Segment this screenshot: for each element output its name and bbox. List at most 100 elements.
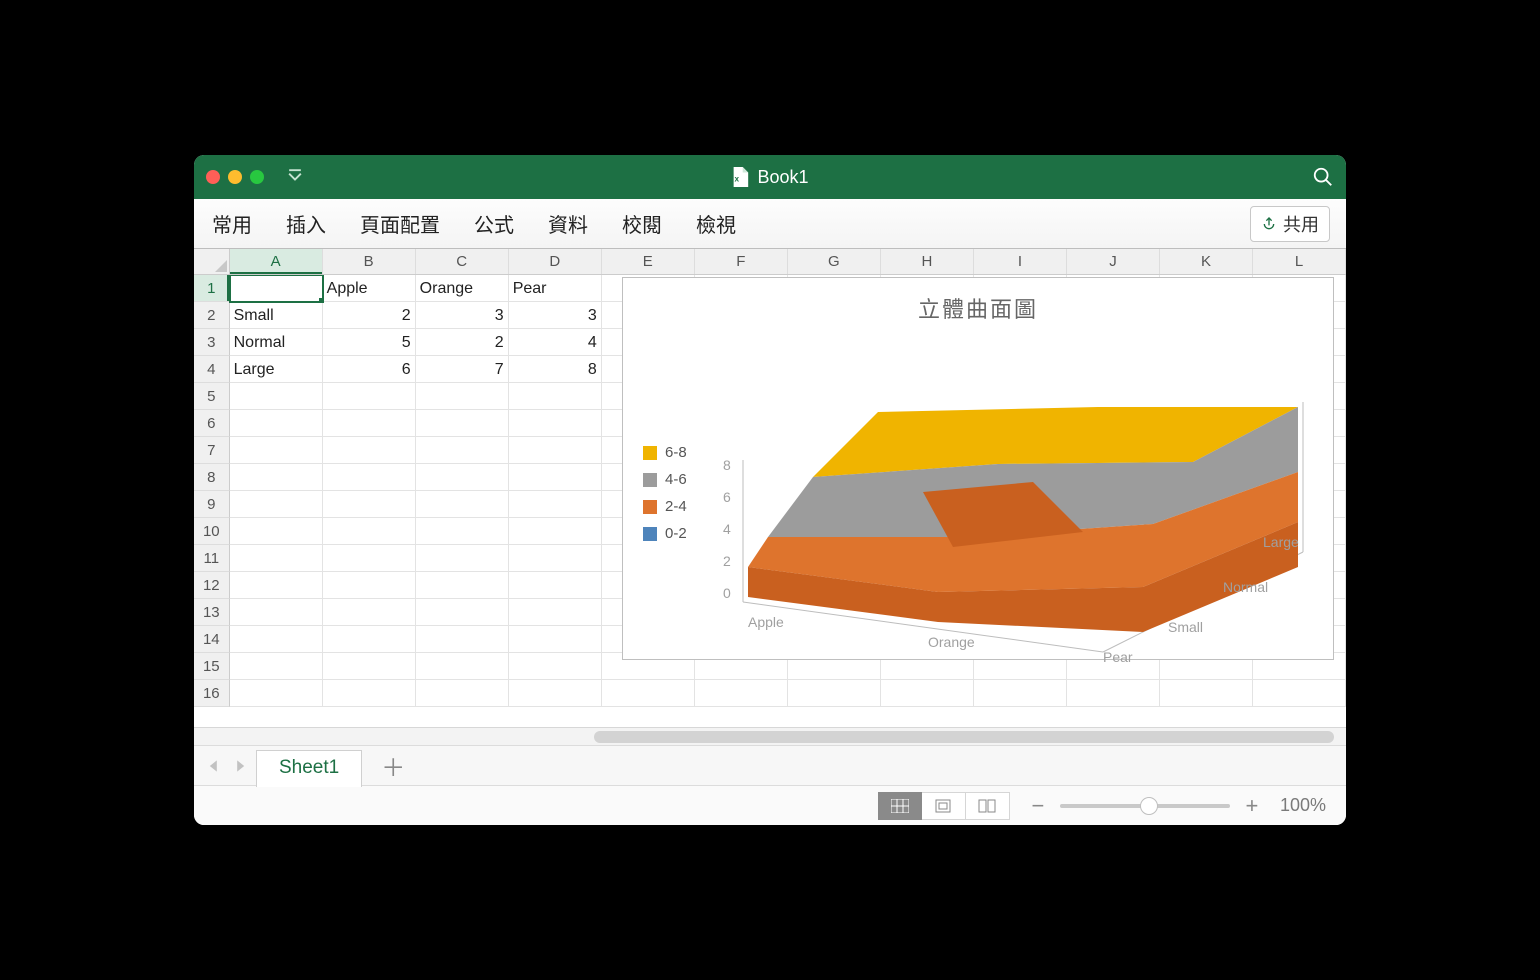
cell-K16[interactable] xyxy=(1160,680,1253,707)
cell-C14[interactable] xyxy=(416,626,509,653)
cell-A3[interactable]: Normal xyxy=(230,329,323,356)
cell-A11[interactable] xyxy=(230,545,323,572)
cell-B16[interactable] xyxy=(323,680,416,707)
cell-C7[interactable] xyxy=(416,437,509,464)
cell-F16[interactable] xyxy=(695,680,788,707)
cell-D5[interactable] xyxy=(509,383,602,410)
cell-C5[interactable] xyxy=(416,383,509,410)
cell-B10[interactable] xyxy=(323,518,416,545)
cell-D4[interactable]: 8 xyxy=(509,356,602,383)
row-header[interactable]: 7 xyxy=(194,437,230,464)
cell-D15[interactable] xyxy=(509,653,602,680)
zoom-level[interactable]: 100% xyxy=(1280,795,1326,816)
page-layout-view-button[interactable] xyxy=(922,792,966,820)
tab-data[interactable]: 資料 xyxy=(546,205,590,242)
worksheet-area[interactable]: 1AppleOrangePear2Small2333Normal5244Larg… xyxy=(194,275,1346,727)
row-header[interactable]: 16 xyxy=(194,680,230,707)
column-header-A[interactable]: A xyxy=(230,249,323,274)
cell-I16[interactable] xyxy=(974,680,1067,707)
column-header-J[interactable]: J xyxy=(1067,249,1160,274)
cell-A4[interactable]: Large xyxy=(230,356,323,383)
cell-L16[interactable] xyxy=(1253,680,1346,707)
column-header-F[interactable]: F xyxy=(695,249,788,274)
cell-C1[interactable]: Orange xyxy=(416,275,509,302)
tab-review[interactable]: 校閱 xyxy=(620,205,664,242)
cell-D12[interactable] xyxy=(509,572,602,599)
tab-pagelayout[interactable]: 頁面配置 xyxy=(358,205,442,242)
cell-B5[interactable] xyxy=(323,383,416,410)
cell-C8[interactable] xyxy=(416,464,509,491)
cell-B14[interactable] xyxy=(323,626,416,653)
tab-insert[interactable]: 插入 xyxy=(284,205,328,242)
cell-D1[interactable]: Pear xyxy=(509,275,602,302)
cell-B6[interactable] xyxy=(323,410,416,437)
cell-B4[interactable]: 6 xyxy=(323,356,416,383)
cell-B3[interactable]: 5 xyxy=(323,329,416,356)
cell-D11[interactable] xyxy=(509,545,602,572)
row-header[interactable]: 2 xyxy=(194,302,230,329)
row-header[interactable]: 10 xyxy=(194,518,230,545)
cell-A6[interactable] xyxy=(230,410,323,437)
search-icon[interactable] xyxy=(1312,166,1334,188)
sheet-tab-active[interactable]: Sheet1 xyxy=(256,750,362,787)
cell-D14[interactable] xyxy=(509,626,602,653)
column-header-E[interactable]: E xyxy=(602,249,695,274)
tab-home[interactable]: 常用 xyxy=(210,205,254,242)
cell-A16[interactable] xyxy=(230,680,323,707)
cell-B11[interactable] xyxy=(323,545,416,572)
cell-D16[interactable] xyxy=(509,680,602,707)
row-header[interactable]: 3 xyxy=(194,329,230,356)
cell-A1[interactable] xyxy=(230,275,323,302)
cell-A14[interactable] xyxy=(230,626,323,653)
column-header-L[interactable]: L xyxy=(1253,249,1346,274)
cell-A2[interactable]: Small xyxy=(230,302,323,329)
cell-C6[interactable] xyxy=(416,410,509,437)
cell-A5[interactable] xyxy=(230,383,323,410)
cell-C9[interactable] xyxy=(416,491,509,518)
row-header[interactable]: 12 xyxy=(194,572,230,599)
cell-D6[interactable] xyxy=(509,410,602,437)
cell-D3[interactable]: 4 xyxy=(509,329,602,356)
horizontal-scrollbar[interactable] xyxy=(194,727,1346,745)
cell-D9[interactable] xyxy=(509,491,602,518)
cell-B2[interactable]: 2 xyxy=(323,302,416,329)
sheet-nav-prev-icon[interactable] xyxy=(204,756,224,776)
embedded-chart[interactable]: 立體曲面圖 6-8 4-6 2-4 0-2 8 6 4 2 0 xyxy=(622,277,1334,660)
cell-B15[interactable] xyxy=(323,653,416,680)
cell-C16[interactable] xyxy=(416,680,509,707)
cell-C13[interactable] xyxy=(416,599,509,626)
cell-A13[interactable] xyxy=(230,599,323,626)
cell-A15[interactable] xyxy=(230,653,323,680)
row-header[interactable]: 14 xyxy=(194,626,230,653)
row-header[interactable]: 5 xyxy=(194,383,230,410)
cell-B13[interactable] xyxy=(323,599,416,626)
cell-C2[interactable]: 3 xyxy=(416,302,509,329)
cell-D2[interactable]: 3 xyxy=(509,302,602,329)
cell-C12[interactable] xyxy=(416,572,509,599)
cell-D8[interactable] xyxy=(509,464,602,491)
quick-access-toggle-icon[interactable] xyxy=(288,169,302,186)
column-header-H[interactable]: H xyxy=(881,249,974,274)
column-header-C[interactable]: C xyxy=(416,249,509,274)
cell-A7[interactable] xyxy=(230,437,323,464)
row-header[interactable]: 6 xyxy=(194,410,230,437)
zoom-slider[interactable] xyxy=(1060,804,1230,808)
column-header-K[interactable]: K xyxy=(1160,249,1253,274)
cell-C15[interactable] xyxy=(416,653,509,680)
cell-A9[interactable] xyxy=(230,491,323,518)
row-header[interactable]: 8 xyxy=(194,464,230,491)
column-header-B[interactable]: B xyxy=(323,249,416,274)
cell-E16[interactable] xyxy=(602,680,695,707)
cell-B8[interactable] xyxy=(323,464,416,491)
cell-B9[interactable] xyxy=(323,491,416,518)
select-all-corner[interactable] xyxy=(194,249,230,274)
cell-B7[interactable] xyxy=(323,437,416,464)
row-header[interactable]: 4 xyxy=(194,356,230,383)
tab-view[interactable]: 檢視 xyxy=(694,205,738,242)
page-break-view-button[interactable] xyxy=(966,792,1010,820)
column-header-G[interactable]: G xyxy=(788,249,881,274)
cell-C11[interactable] xyxy=(416,545,509,572)
minimize-window-icon[interactable] xyxy=(228,170,242,184)
cell-D10[interactable] xyxy=(509,518,602,545)
row-header[interactable]: 15 xyxy=(194,653,230,680)
